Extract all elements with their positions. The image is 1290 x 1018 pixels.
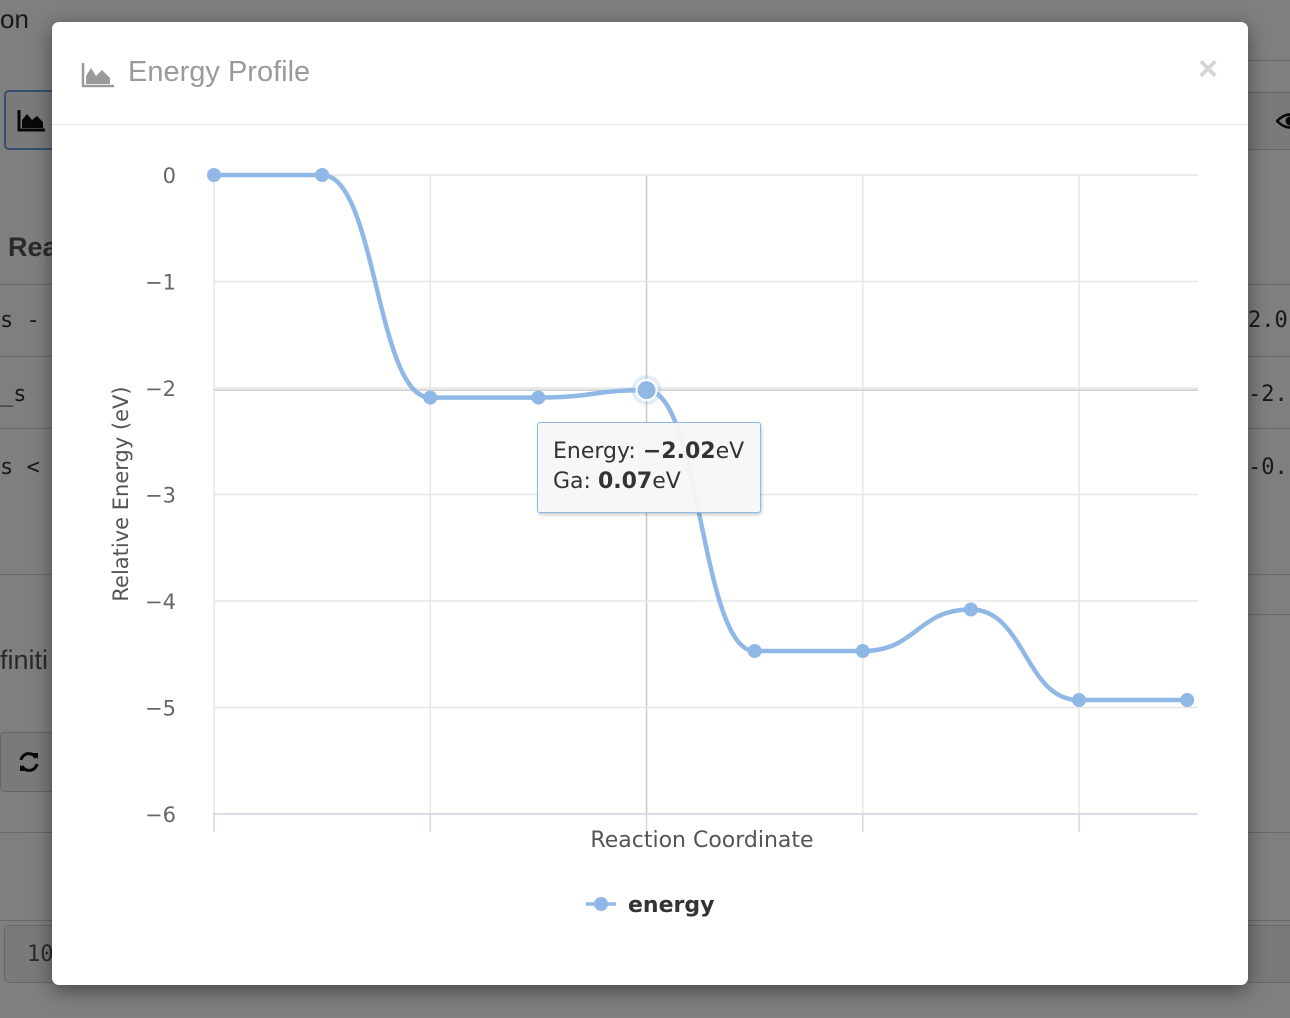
y-tick-label: −1 xyxy=(145,271,176,295)
tooltip-ga-value: 0.07 xyxy=(597,469,653,494)
data-point[interactable] xyxy=(1072,693,1087,708)
legend-marker xyxy=(594,897,608,911)
data-point[interactable] xyxy=(531,390,546,405)
y-tick-label: −5 xyxy=(145,697,176,721)
y-axis-label: Relative Energy (eV) xyxy=(109,386,133,601)
tooltip-energy-value: −2.02 xyxy=(642,439,716,464)
y-tick-label: 0 xyxy=(163,164,176,188)
y-tick-labels: 0 −1 −2 −3 −4 −5 −6 xyxy=(145,164,176,827)
data-point[interactable] xyxy=(315,168,330,182)
data-point-tooltip: Energy: −2.02eV Ga: 0.07eV xyxy=(537,422,761,513)
tooltip-energy-unit: eV xyxy=(715,439,745,464)
data-point[interactable] xyxy=(963,602,978,617)
tooltip-ga-label: Ga: xyxy=(553,469,591,494)
tooltip-ga-row: Ga: 0.07eV xyxy=(553,467,760,497)
data-point-highlighted[interactable] xyxy=(635,379,658,402)
tooltip-energy-label: Energy: xyxy=(553,439,636,464)
data-point[interactable] xyxy=(747,644,762,659)
data-point[interactable] xyxy=(1180,693,1195,708)
legend-label: energy xyxy=(628,893,714,918)
y-tick-label: −6 xyxy=(145,803,176,827)
data-point[interactable] xyxy=(423,390,438,405)
y-tick-label: −2 xyxy=(145,377,176,401)
y-tick-label: −3 xyxy=(145,484,176,508)
tooltip-energy-row: Energy: −2.02eV xyxy=(553,437,760,467)
data-point[interactable] xyxy=(855,644,870,659)
legend[interactable]: energy xyxy=(586,893,714,918)
x-axis-label: Reaction Coordinate xyxy=(590,828,813,853)
data-point[interactable] xyxy=(207,168,221,182)
y-tick-label: −4 xyxy=(145,590,176,614)
tooltip-ga-unit: eV xyxy=(652,469,681,494)
energy-profile-modal: Energy Profile × 0 −1 −2 −3 −4 −5 −6 Relative … xyxy=(52,22,1248,985)
